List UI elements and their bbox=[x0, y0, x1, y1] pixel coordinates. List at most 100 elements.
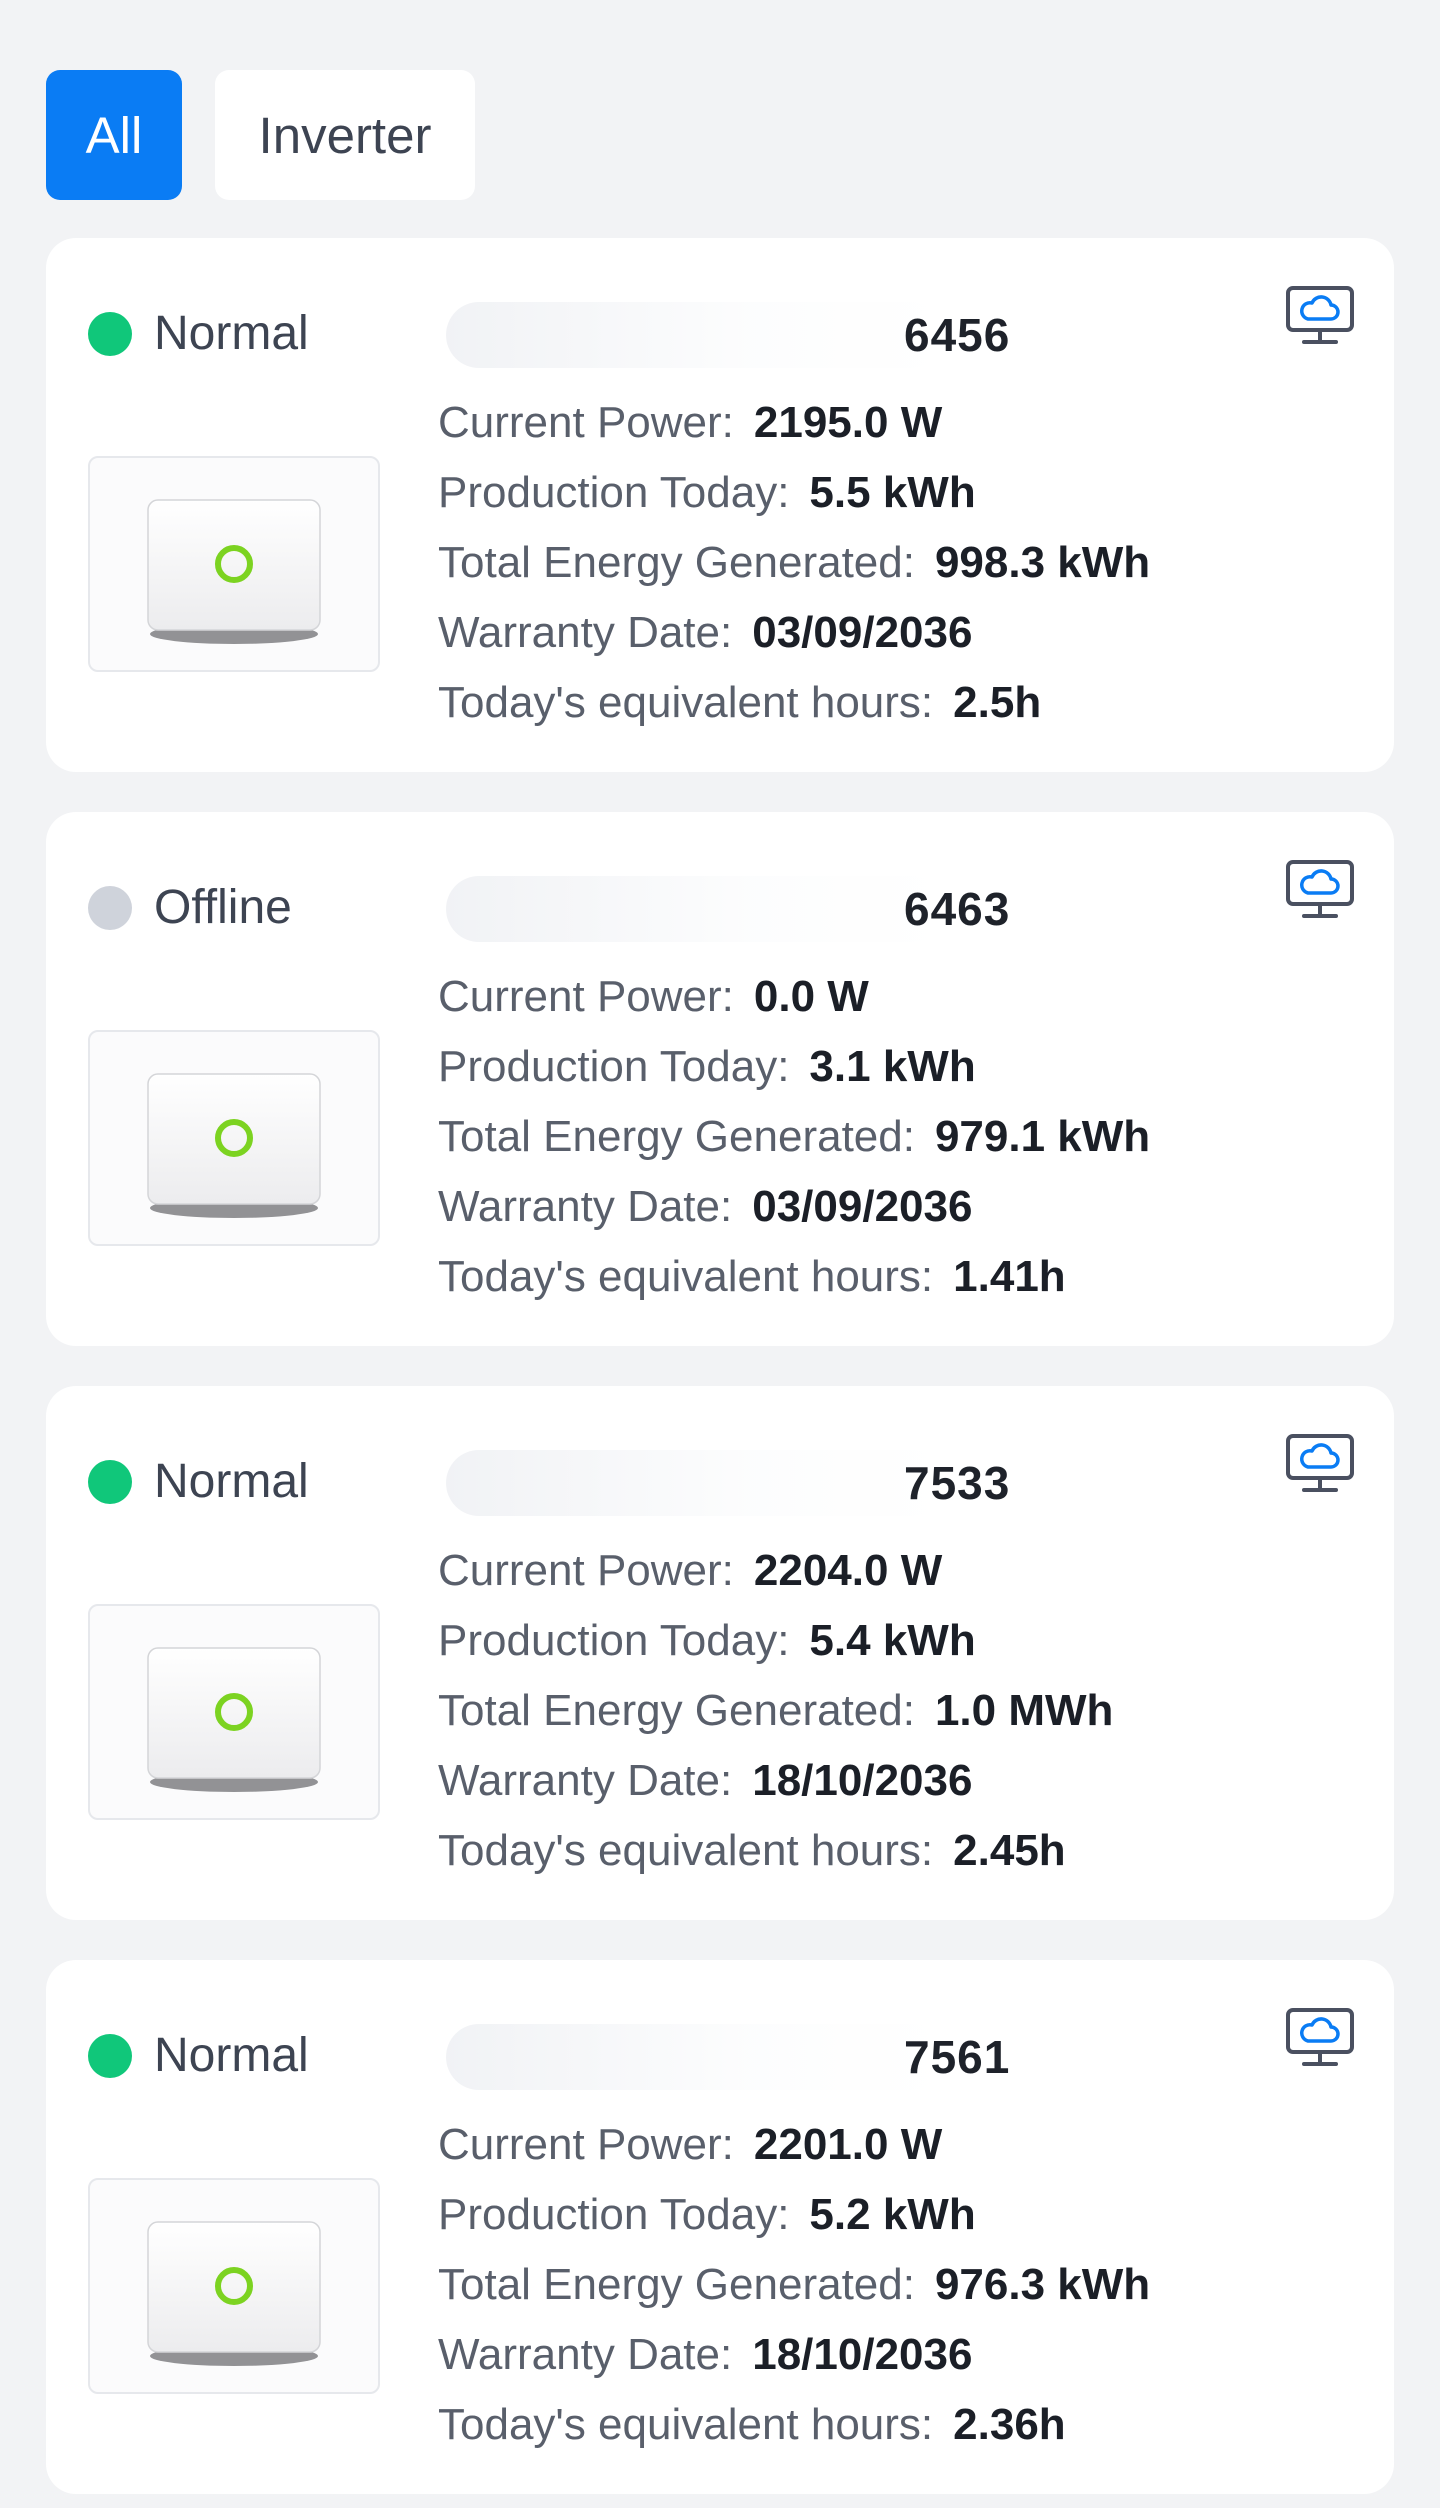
device-stats: Current Power: 0.0 W Production Today: 3… bbox=[438, 962, 1150, 1312]
warranty-date-value: 03/09/2036 bbox=[752, 1182, 973, 1231]
production-today-label: Production Today: bbox=[438, 1042, 790, 1091]
total-energy-value: 998.3 kWh bbox=[934, 538, 1151, 587]
warranty-date-row: Warranty Date: 18/10/2036 bbox=[438, 2320, 1150, 2390]
total-energy-row: Total Energy Generated: 976.3 kWh bbox=[438, 2250, 1150, 2320]
warranty-date-label: Warranty Date: bbox=[438, 608, 733, 657]
production-today-row: Production Today: 5.4 kWh bbox=[438, 1606, 1113, 1676]
production-today-label: Production Today: bbox=[438, 2190, 790, 2239]
warranty-date-row: Warranty Date: 03/09/2036 bbox=[438, 1172, 1150, 1242]
redacted-name-blur bbox=[446, 876, 946, 942]
cloud-monitor-icon[interactable] bbox=[1284, 284, 1356, 348]
production-today-label: Production Today: bbox=[438, 1616, 790, 1665]
current-power-value: 0.0 W bbox=[753, 972, 869, 1021]
current-power-row: Current Power: 2201.0 W bbox=[438, 2110, 1150, 2180]
warranty-date-value: 18/10/2036 bbox=[752, 1756, 973, 1805]
current-power-label: Current Power: bbox=[438, 2120, 734, 2169]
device-serial-suffix: 6456 bbox=[904, 309, 1011, 361]
status-label: Normal bbox=[154, 307, 309, 360]
total-energy-label: Total Energy Generated: bbox=[438, 2260, 915, 2309]
inverter-device-icon bbox=[147, 499, 321, 644]
status-label: Normal bbox=[154, 2029, 309, 2082]
production-today-row: Production Today: 5.2 kWh bbox=[438, 2180, 1150, 2250]
device-card[interactable]: Normal 6456 Current Power: 2195.0 W Prod… bbox=[46, 238, 1394, 772]
device-serial-suffix: 7533 bbox=[904, 1457, 1011, 1509]
status-indicator: Normal bbox=[88, 2028, 309, 2083]
total-energy-value: 979.1 kWh bbox=[934, 1112, 1151, 1161]
equivalent-hours-row: Today's equivalent hours: 2.36h bbox=[438, 2390, 1150, 2460]
total-energy-row: Total Energy Generated: 998.3 kWh bbox=[438, 528, 1150, 598]
equivalent-hours-row: Today's equivalent hours: 1.41h bbox=[438, 1242, 1150, 1312]
total-energy-row: Total Energy Generated: 1.0 MWh bbox=[438, 1676, 1113, 1746]
total-energy-label: Total Energy Generated: bbox=[438, 1686, 915, 1735]
device-name: 6456 bbox=[436, 290, 1026, 380]
cloud-monitor-icon[interactable] bbox=[1284, 2006, 1356, 2070]
equivalent-hours-row: Today's equivalent hours: 2.5h bbox=[438, 668, 1150, 738]
cloud-monitor-icon[interactable] bbox=[1284, 858, 1356, 922]
device-name: 7533 bbox=[436, 1438, 1026, 1528]
inverter-device-icon bbox=[147, 1647, 321, 1792]
production-today-row: Production Today: 5.5 kWh bbox=[438, 458, 1150, 528]
equivalent-hours-label: Today's equivalent hours: bbox=[438, 2400, 934, 2449]
status-label: Normal bbox=[154, 1455, 309, 1508]
current-power-label: Current Power: bbox=[438, 1546, 734, 1595]
inverter-device-icon bbox=[147, 2221, 321, 2366]
production-today-value: 5.2 kWh bbox=[809, 2190, 976, 2239]
device-name: 6463 bbox=[436, 864, 1026, 954]
equivalent-hours-label: Today's equivalent hours: bbox=[438, 678, 934, 727]
inverter-thumbnail bbox=[88, 1030, 380, 1246]
total-energy-label: Total Energy Generated: bbox=[438, 1112, 915, 1161]
production-today-label: Production Today: bbox=[438, 468, 790, 517]
equivalent-hours-row: Today's equivalent hours: 2.45h bbox=[438, 1816, 1113, 1886]
inverter-thumbnail bbox=[88, 2178, 380, 2394]
production-today-value: 3.1 kWh bbox=[809, 1042, 976, 1091]
current-power-label: Current Power: bbox=[438, 398, 734, 447]
status-dot-icon bbox=[88, 311, 132, 356]
redacted-name-blur bbox=[446, 1450, 946, 1516]
inverter-thumbnail bbox=[88, 456, 380, 672]
status-indicator: Normal bbox=[88, 306, 309, 361]
device-card[interactable]: Normal 7561 Current Power: 2201.0 W Prod… bbox=[46, 1960, 1394, 2494]
equivalent-hours-value: 1.41h bbox=[953, 1252, 1066, 1301]
redacted-name-blur bbox=[446, 302, 946, 368]
tab-inverter[interactable]: Inverter bbox=[215, 70, 475, 200]
current-power-label: Current Power: bbox=[438, 972, 734, 1021]
inverter-thumbnail bbox=[88, 1604, 380, 1820]
equivalent-hours-label: Today's equivalent hours: bbox=[438, 1252, 934, 1301]
status-label: Offline bbox=[154, 881, 292, 934]
warranty-date-value: 18/10/2036 bbox=[752, 2330, 973, 2379]
equivalent-hours-value: 2.5h bbox=[953, 678, 1042, 727]
total-energy-value: 1.0 MWh bbox=[934, 1686, 1114, 1735]
tab-all[interactable]: All bbox=[46, 70, 182, 200]
device-serial-suffix: 6463 bbox=[904, 883, 1011, 935]
total-energy-row: Total Energy Generated: 979.1 kWh bbox=[438, 1102, 1150, 1172]
total-energy-label: Total Energy Generated: bbox=[438, 538, 915, 587]
device-name: 7561 bbox=[436, 2012, 1026, 2102]
redacted-name-blur bbox=[446, 2024, 946, 2090]
warranty-date-label: Warranty Date: bbox=[438, 1756, 733, 1805]
device-card[interactable]: Offline 6463 Current Power: 0.0 W Produc… bbox=[46, 812, 1394, 1346]
production-today-value: 5.5 kWh bbox=[809, 468, 976, 517]
current-power-row: Current Power: 0.0 W bbox=[438, 962, 1150, 1032]
current-power-value: 2204.0 W bbox=[753, 1546, 943, 1595]
status-indicator: Normal bbox=[88, 1454, 309, 1509]
current-power-value: 2201.0 W bbox=[753, 2120, 943, 2169]
warranty-date-label: Warranty Date: bbox=[438, 1182, 733, 1231]
equivalent-hours-value: 2.36h bbox=[953, 2400, 1066, 2449]
cloud-monitor-icon[interactable] bbox=[1284, 1432, 1356, 1496]
current-power-row: Current Power: 2204.0 W bbox=[438, 1536, 1113, 1606]
warranty-date-label: Warranty Date: bbox=[438, 2330, 733, 2379]
current-power-row: Current Power: 2195.0 W bbox=[438, 388, 1150, 458]
equivalent-hours-label: Today's equivalent hours: bbox=[438, 1826, 934, 1875]
device-serial-suffix: 7561 bbox=[904, 2031, 1011, 2083]
total-energy-value: 976.3 kWh bbox=[934, 2260, 1151, 2309]
equivalent-hours-value: 2.45h bbox=[953, 1826, 1066, 1875]
device-stats: Current Power: 2204.0 W Production Today… bbox=[438, 1536, 1113, 1886]
device-filter-tabs: All Inverter bbox=[46, 70, 475, 200]
status-indicator: Offline bbox=[88, 880, 292, 935]
warranty-date-row: Warranty Date: 03/09/2036 bbox=[438, 598, 1150, 668]
status-dot-icon bbox=[88, 885, 132, 930]
status-dot-icon bbox=[88, 1459, 132, 1504]
status-dot-icon bbox=[88, 2033, 132, 2078]
production-today-row: Production Today: 3.1 kWh bbox=[438, 1032, 1150, 1102]
device-card[interactable]: Normal 7533 Current Power: 2204.0 W Prod… bbox=[46, 1386, 1394, 1920]
